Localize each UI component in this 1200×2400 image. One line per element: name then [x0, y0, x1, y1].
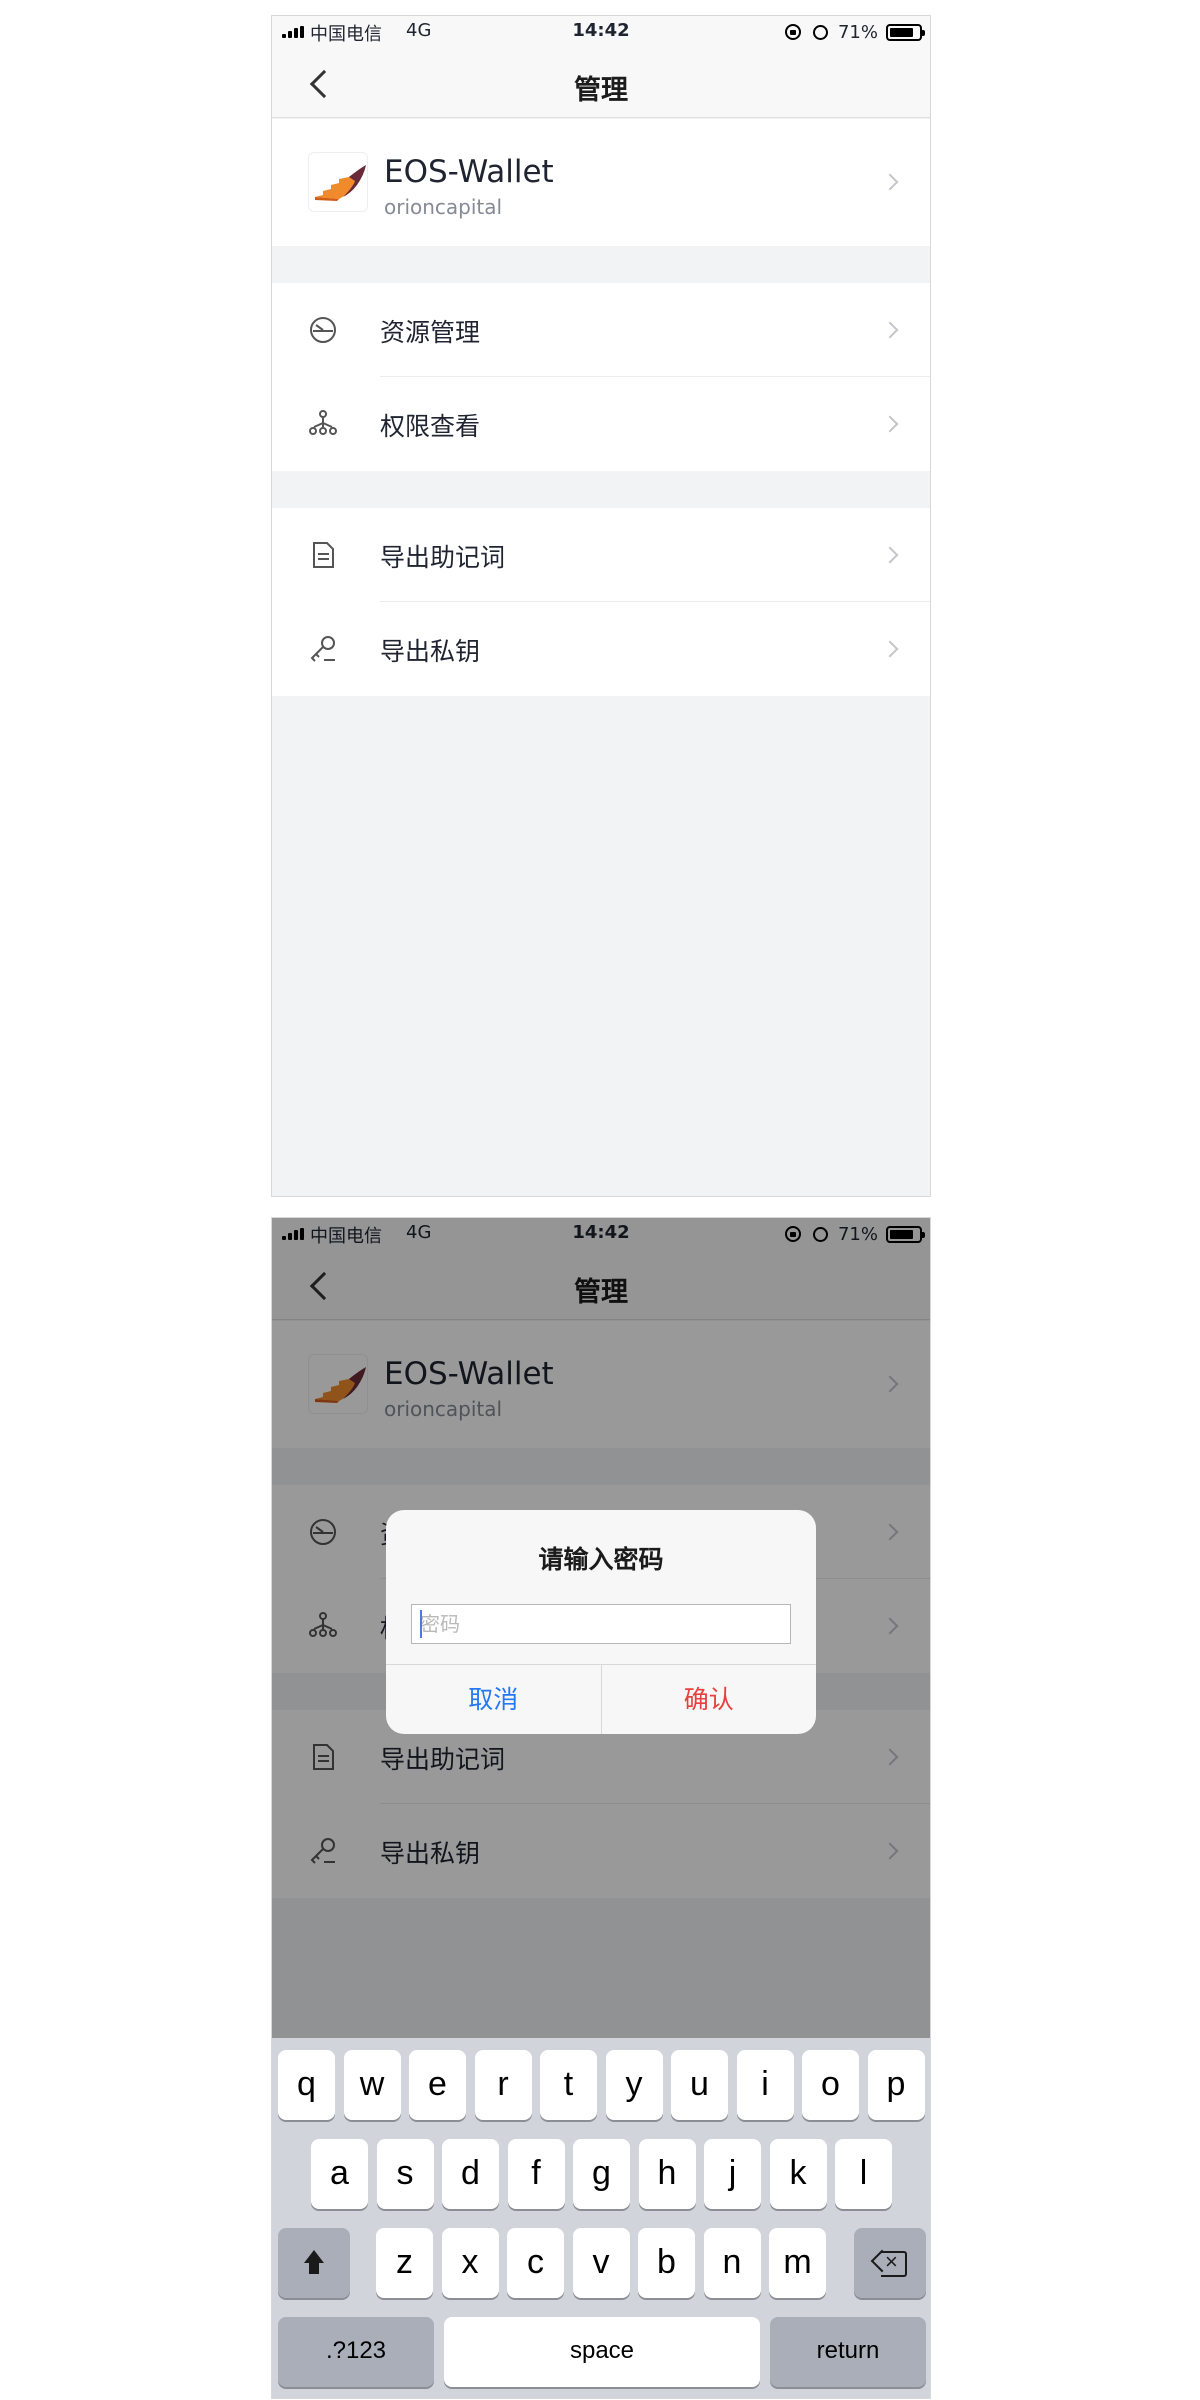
chevron-right-icon	[881, 415, 899, 433]
chevron-right-icon	[881, 546, 899, 564]
return-key[interactable]: return	[770, 2317, 926, 2387]
menu-item-export-private-key[interactable]: 导出私钥	[272, 602, 930, 696]
wallet-account: orioncapital	[384, 195, 503, 219]
key-o[interactable]: o	[802, 2050, 859, 2120]
menu-item-permission-view[interactable]: 权限查看	[272, 377, 930, 471]
document-icon	[313, 542, 334, 568]
onscreen-keyboard: qwertyuiop asdfghjkl zxcvbnm .?123 space…	[272, 2038, 930, 2398]
chevron-right-icon	[881, 321, 899, 339]
gauge-icon	[310, 317, 336, 343]
space-key[interactable]: space	[444, 2317, 760, 2387]
menu-item-label: 导出助记词	[380, 543, 506, 572]
page-title: 管理	[574, 75, 628, 106]
key-b[interactable]: b	[638, 2228, 695, 2298]
delete-key[interactable]	[854, 2228, 926, 2298]
cancel-button[interactable]: 取消	[386, 1665, 602, 1734]
key-l[interactable]: l	[835, 2139, 892, 2209]
alarm-icon	[812, 24, 828, 40]
shift-icon	[301, 2249, 327, 2276]
key-h[interactable]: h	[638, 2139, 696, 2209]
menu-item-label: 资源管理	[380, 318, 481, 347]
chevron-right-icon	[881, 173, 899, 191]
key-m[interactable]: m	[769, 2228, 826, 2298]
battery-icon	[886, 23, 925, 41]
menu-item-label: 导出私钥	[380, 637, 481, 666]
key-p[interactable]: p	[867, 2050, 925, 2120]
key-y[interactable]: y	[605, 2050, 663, 2120]
key-f[interactable]: f	[507, 2139, 565, 2209]
wallet-row[interactable]: EOS-Wallet orioncapital	[272, 119, 930, 246]
key-icon	[310, 636, 335, 662]
key-u[interactable]: u	[671, 2050, 728, 2120]
password-input[interactable]	[411, 1604, 791, 1644]
manage-screen-password-dialog: 中国电信 4G 14:42 71% 管理 EOS-Wallet orioncap…	[271, 1217, 931, 2399]
shift-key[interactable]	[278, 2228, 350, 2298]
key-w[interactable]: w	[343, 2050, 401, 2120]
key-s[interactable]: s	[376, 2139, 434, 2209]
menu-item-export-mnemonic[interactable]: 导出助记词	[272, 508, 930, 602]
nav-bar: 管理	[272, 48, 930, 118]
wallet-name: EOS-Wallet	[384, 154, 554, 190]
key-z[interactable]: z	[376, 2228, 433, 2298]
key-g[interactable]: g	[573, 2139, 630, 2209]
key-j[interactable]: j	[704, 2139, 761, 2209]
key-q[interactable]: q	[278, 2050, 335, 2120]
export-group: 导出助记词 导出私钥	[272, 508, 930, 696]
confirm-button[interactable]: 确认	[602, 1665, 817, 1734]
numbers-key[interactable]: .?123	[278, 2317, 434, 2387]
manage-screen: 中国电信 4G 14:42 71% 管理 EOS-Wallet orioncap…	[271, 15, 931, 1197]
password-dialog: 请输入密码 取消 确认	[386, 1510, 816, 1734]
status-bar: 中国电信 4G 14:42 71%	[272, 16, 930, 48]
key-d[interactable]: d	[442, 2139, 499, 2209]
resource-group: 资源管理 权限查看	[272, 283, 930, 471]
chevron-right-icon	[881, 640, 899, 658]
key-x[interactable]: x	[441, 2228, 499, 2298]
dialog-title: 请输入密码	[538, 1545, 664, 1574]
key-n[interactable]: n	[703, 2228, 761, 2298]
key-a[interactable]: a	[311, 2139, 368, 2209]
key-e[interactable]: e	[409, 2050, 466, 2120]
menu-item-resource-management[interactable]: 资源管理	[272, 283, 930, 377]
battery-percent: 71%	[837, 21, 878, 43]
hierarchy-icon	[309, 410, 337, 435]
text-cursor	[420, 1610, 422, 1638]
wallet-logo	[308, 152, 368, 212]
key-k[interactable]: k	[769, 2139, 827, 2209]
orientation-lock-icon	[784, 24, 801, 40]
backspace-icon	[870, 2247, 907, 2277]
menu-item-label: 权限查看	[380, 412, 481, 441]
key-r[interactable]: r	[474, 2050, 532, 2120]
key-t[interactable]: t	[540, 2050, 597, 2120]
key-i[interactable]: i	[736, 2050, 794, 2120]
key-v[interactable]: v	[572, 2228, 630, 2298]
key-c[interactable]: c	[507, 2228, 564, 2298]
